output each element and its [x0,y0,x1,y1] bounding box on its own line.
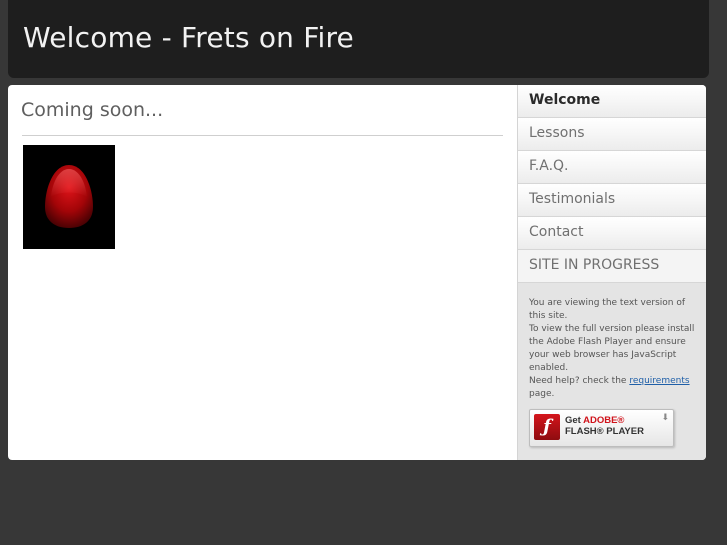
guitar-pick-image [23,145,115,249]
main-heading: Coming soon... [21,99,164,121]
nav-item-contact[interactable]: Contact [518,217,706,250]
flash-badge-get: Get [565,415,584,426]
page-title: Welcome - Frets on Fire [23,21,354,54]
flash-badge-adobe: ADOBE® [583,415,625,426]
requirements-link[interactable]: requirements [629,376,689,386]
nav-item-lessons[interactable]: Lessons [518,118,706,151]
content-panel: Coming soon... Welcome Lessons F.A.Q. Te… [8,85,706,460]
site-header: Welcome - Frets on Fire [8,0,709,78]
flash-badge-player: FLASH® PLAYER [565,426,644,437]
flash-notice: You are viewing the text version of this… [529,297,701,401]
notice-line-3-suffix: page. [529,389,555,399]
sidebar: Welcome Lessons F.A.Q. Testimonials Cont… [517,85,706,460]
notice-line-2: To view the full version please install … [529,324,695,373]
notice-line-1: You are viewing the text version of this… [529,298,686,321]
get-flash-player-button[interactable]: ƒ Get ADOBE® FLASH® PLAYER ⬇ [529,409,674,447]
nav-item-welcome[interactable]: Welcome [518,85,706,118]
flash-logo-icon: ƒ [534,414,560,440]
flash-badge-text: Get ADOBE® FLASH® PLAYER [565,415,644,437]
nav-item-faq[interactable]: F.A.Q. [518,151,706,184]
divider [22,135,503,136]
nav-menu: Welcome Lessons F.A.Q. Testimonials Cont… [518,85,706,283]
download-arrow-icon: ⬇ [661,413,669,423]
main-column: Coming soon... [8,85,517,460]
notice-line-3-prefix: Need help? check the [529,376,630,386]
nav-item-testimonials[interactable]: Testimonials [518,184,706,217]
nav-item-site-in-progress[interactable]: SITE IN PROGRESS [518,250,706,283]
